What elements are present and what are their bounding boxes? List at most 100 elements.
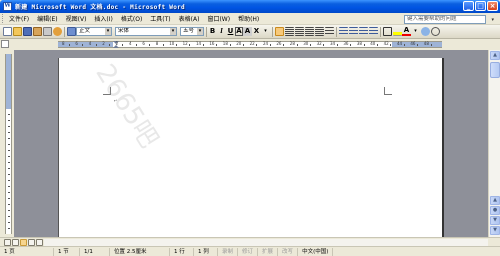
toolbar-separator [63, 26, 65, 37]
status-column: 1 列 [194, 247, 218, 256]
outside-border-icon[interactable] [382, 27, 392, 36]
status-overtype[interactable]: 改写 [278, 247, 299, 256]
font-size-select[interactable]: 五号 [180, 27, 204, 36]
help-search-input[interactable]: 键入需要帮助的问题 [404, 15, 486, 24]
horizontal-scrollbar[interactable] [44, 239, 488, 246]
window-controls: _ □ × [463, 1, 498, 11]
align-center-icon[interactable] [284, 27, 294, 36]
vertical-ruler-tick [8, 180, 10, 181]
ruler-tick [403, 44, 405, 46]
dropdown-arrow-icon[interactable]: ▾ [411, 27, 420, 36]
status-record[interactable]: 录制 [218, 247, 239, 256]
web-layout-button[interactable] [12, 239, 19, 246]
previous-page-button[interactable]: ▲ [490, 196, 500, 205]
status-track-changes[interactable]: 修订 [238, 247, 259, 256]
increase-indent-icon[interactable] [368, 27, 378, 36]
vertical-scrollbar[interactable]: ▲ ▲ ● ▼ ▼ [488, 50, 500, 237]
vertical-ruler-tick [8, 144, 10, 145]
ruler-number: 48 [423, 41, 429, 46]
print-icon[interactable] [42, 27, 52, 36]
dropdown-arrow-icon[interactable]: ▾ [261, 27, 270, 36]
ruler-tick [202, 44, 204, 46]
ruler-number: 4 [129, 41, 132, 46]
permission-icon[interactable] [32, 27, 42, 36]
menu-format[interactable]: 格式(O) [117, 14, 146, 23]
ruler-number: 12 [182, 41, 188, 46]
open-folder-icon[interactable] [12, 27, 22, 36]
horizontal-ruler[interactable]: 8 6 4 2 2 4 6 8 10 12 14 16 18 20 22 24 26 28 30 32 34 36 38 40… [58, 41, 442, 48]
decrease-indent-icon[interactable] [358, 27, 368, 36]
new-document-icon[interactable] [2, 27, 12, 36]
minimize-button[interactable]: _ [463, 1, 474, 11]
menu-insert[interactable]: 插入(I) [90, 14, 116, 23]
status-extend[interactable]: 扩展 [258, 247, 279, 256]
ruler-tick [363, 44, 365, 46]
next-page-button[interactable]: ▼ [490, 216, 500, 225]
print-layout-button[interactable] [20, 239, 27, 246]
ruler-number: 42 [383, 41, 389, 46]
line-spacing-icon[interactable] [324, 27, 334, 36]
menu-edit[interactable]: 编辑(E) [33, 14, 61, 23]
crop-mark-top-right [384, 87, 392, 95]
status-language: 中文(中国) [298, 247, 334, 256]
ruler-tick [283, 44, 285, 46]
help-dropdown-icon[interactable]: ▾ [491, 17, 494, 23]
enclose-characters-icon[interactable] [430, 27, 440, 36]
close-button[interactable]: × [487, 1, 498, 11]
undo-icon[interactable] [52, 27, 62, 36]
font-color-button[interactable]: A [402, 27, 411, 36]
bold-button[interactable]: B [208, 27, 217, 36]
font-select[interactable]: 宋体 [115, 27, 177, 36]
ruler-tick [189, 44, 191, 46]
underline-button[interactable]: U [226, 27, 235, 36]
vertical-ruler-tick [8, 210, 10, 211]
ruler-number: 2 [115, 41, 119, 46]
ruler-tick [108, 44, 110, 46]
toolbar: 正文 宋体 五号 B I U A A X ▾ A ▾ [0, 25, 500, 39]
style-select[interactable]: 正文 [76, 27, 112, 36]
menu-tools[interactable]: 工具(T) [146, 14, 174, 23]
distributed-icon[interactable] [314, 27, 324, 36]
toolbar-separator [379, 26, 381, 37]
select-browse-object-button[interactable]: ● [490, 206, 500, 215]
align-left-icon[interactable] [274, 27, 284, 36]
maximize-button[interactable]: □ [475, 1, 486, 11]
ruler-number: 26 [276, 41, 282, 46]
menu-file[interactable]: 文件(F) [5, 14, 33, 23]
ruler-number: 6 [75, 41, 78, 46]
justify-icon[interactable] [304, 27, 314, 36]
char-scale-button[interactable]: X [252, 27, 261, 36]
menu-view[interactable]: 视图(V) [62, 14, 91, 23]
char-border-button[interactable]: A [235, 27, 243, 36]
ruler-tick [216, 44, 218, 46]
ruler-tick [229, 44, 231, 46]
menu-table[interactable]: 表格(A) [175, 14, 204, 23]
vertical-ruler[interactable] [5, 54, 12, 234]
reading-layout-button[interactable] [36, 239, 43, 246]
numbering-icon[interactable] [338, 27, 348, 36]
menu-help[interactable]: 帮助(H) [234, 14, 263, 23]
scroll-thumb[interactable] [490, 62, 500, 78]
outline-view-button[interactable] [28, 239, 35, 246]
align-right-icon[interactable] [294, 27, 304, 36]
tab-selector-button[interactable] [1, 40, 9, 48]
scroll-down-button[interactable]: ▼ [490, 226, 500, 235]
normal-view-button[interactable] [4, 239, 11, 246]
styles-pane-icon[interactable] [66, 27, 76, 36]
italic-button[interactable]: I [217, 27, 226, 36]
word-app-icon[interactable] [3, 1, 12, 11]
char-shading-button[interactable]: A [243, 27, 252, 36]
ruler-number: 18 [222, 41, 228, 46]
ruler-tick [336, 44, 338, 46]
ruler-tick [175, 44, 177, 46]
ruler-tick [269, 44, 271, 46]
ruler-tick [242, 44, 244, 46]
menu-window[interactable]: 窗口(W) [203, 14, 234, 23]
ruler-tick [296, 44, 298, 46]
highlight-icon[interactable] [392, 27, 402, 36]
vertical-ruler-tick [8, 216, 10, 217]
save-icon[interactable] [22, 27, 32, 36]
scroll-up-button[interactable]: ▲ [490, 51, 500, 60]
phonetic-guide-icon[interactable] [420, 27, 430, 36]
bullets-icon[interactable] [348, 27, 358, 36]
